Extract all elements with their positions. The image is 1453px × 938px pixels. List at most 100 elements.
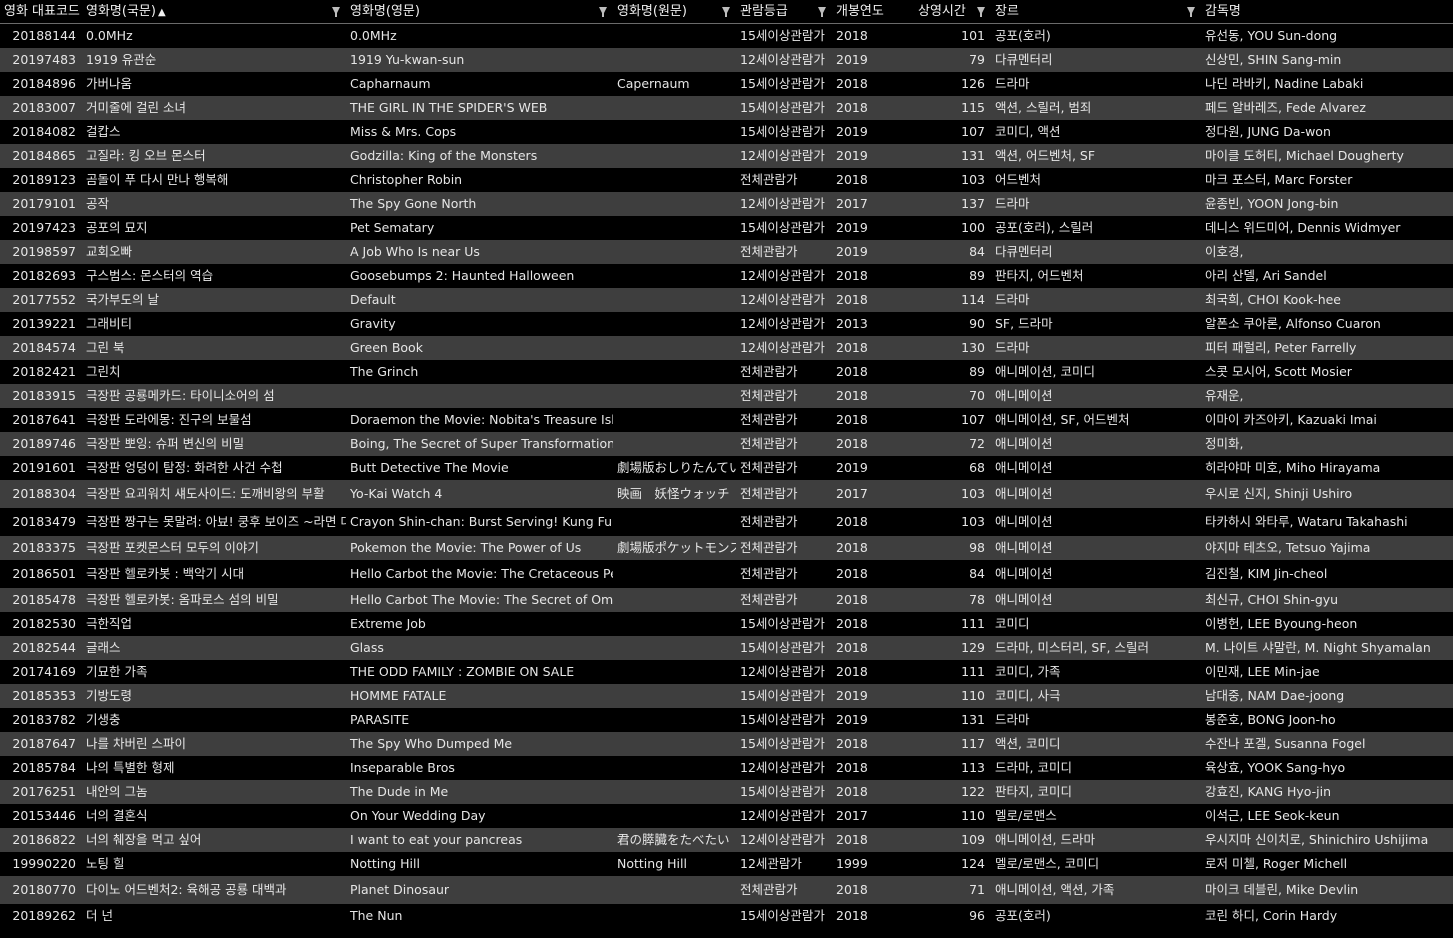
filter-icon[interactable] [722, 7, 730, 17]
table-row[interactable]: 20184082 걸캅스 Miss & Mrs. Cops 15세이상관람가 2019 1… [0, 120, 1453, 144]
cell-rating: 15세이상관람가 [740, 100, 825, 115]
cell-title-ko: 너의 췌장을 먹고 싶어 [86, 832, 202, 847]
table-row[interactable]: 20183915 극장판 공룡메카드: 타이니소어의 섬 전체관람가 2018 70 애니… [0, 384, 1453, 408]
cell-title-en: Miss & Mrs. Cops [350, 124, 457, 139]
cell-runtime: 89 [969, 364, 985, 379]
table-row[interactable]: 20184896 가버나움 Capharnaum Capernaum 15세이상관람가 2… [0, 72, 1453, 96]
cell-title-original [613, 144, 736, 168]
table-row[interactable]: 19990220 노팅 힐 Notting Hill Notting Hill 12세관… [0, 852, 1453, 876]
cell-runtime: 72 [969, 436, 985, 451]
cell-title-ko: 국가부도의 날 [86, 292, 159, 307]
table-row[interactable]: 20182693 구스범스: 몬스터의 역습 Goosebumps 2: Haunt… [0, 264, 1453, 288]
table-row[interactable]: 20186501 극장판 헬로카봇 : 백악기 시대 Hello Carbot th… [0, 560, 1453, 588]
cell-genre: 애니메이션 [995, 486, 1053, 501]
filter-icon[interactable] [977, 7, 985, 17]
column-header-title-ko[interactable]: 영화명(국문) ▲ [82, 0, 346, 23]
table-row[interactable]: 20180770 다이노 어드벤처2: 육해공 공룡 대백과 Planet Dino… [0, 876, 1453, 904]
column-header-title-en[interactable]: 영화명(영문) [346, 0, 613, 23]
cell-title-ko: 노팅 힐 [86, 856, 125, 871]
table-row[interactable]: 20186822 너의 췌장을 먹고 싶어 I want to eat your p… [0, 828, 1453, 852]
filter-icon[interactable] [332, 7, 340, 17]
cell-title-ko: 극장판 포켓몬스터 모두의 이야기 [86, 540, 259, 555]
cell-title-original [613, 336, 736, 360]
grid-body: 20188144 0.0MHz 0.0MHz 15세이상관람가 2018 101 공포(호러… [0, 24, 1453, 928]
cell-release-year: 2018 [836, 514, 868, 529]
cell-title-original: Capernaum [617, 76, 690, 91]
cell-title-en: The Spy Gone North [350, 196, 477, 211]
cell-genre: 애니메이션 [995, 540, 1053, 555]
column-header-rating[interactable]: 관람등급 [736, 0, 832, 23]
column-header-runtime[interactable]: 상영시간 [914, 0, 991, 23]
cell-genre: SF, 드라마 [995, 316, 1053, 331]
cell-genre: 드라마, 미스터리, SF, 스릴러 [995, 640, 1149, 655]
cell-genre: 애니메이션 [995, 592, 1053, 607]
cell-director: 최신규, CHOI Shin-gyu [1205, 592, 1339, 607]
filter-icon[interactable] [599, 7, 607, 17]
cell-runtime: 107 [961, 124, 985, 139]
cell-genre: 애니메이션, 액션, 가족 [995, 882, 1115, 897]
table-row[interactable]: 20188304 극장판 요괴워치 섀도사이드: 도깨비왕의 부활 Yo-Kai W… [0, 480, 1453, 508]
filter-icon[interactable] [1187, 7, 1195, 17]
cell-title-en: Doraemon the Movie: Nobita's Treasure Is… [350, 412, 613, 427]
table-row[interactable]: 20185784 나의 특별한 형제 Inseparable Bros 12세이상관람… [0, 756, 1453, 780]
cell-genre: 드라마 [995, 712, 1030, 727]
table-row[interactable]: 20184865 고질라: 킹 오브 몬스터 Godzilla: King of t… [0, 144, 1453, 168]
table-row[interactable]: 20184574 그린 북 Green Book 12세이상관람가 2018 130 드라마… [0, 336, 1453, 360]
table-row[interactable]: 20153446 너의 결혼식 On Your Wedding Day 12세이상관람… [0, 804, 1453, 828]
table-row[interactable]: 20197483 1919 유관순 1919 Yu-kwan-sun 12세이상관람가… [0, 48, 1453, 72]
table-row[interactable]: 20174169 기묘한 가족 THE ODD FAMILY : ZOMBIE ON… [0, 660, 1453, 684]
filter-icon[interactable] [818, 7, 826, 17]
cell-movie-code: 20183782 [12, 712, 76, 727]
table-row[interactable]: 20139221 그래비티 Gravity 12세이상관람가 2013 90 SF, 드라마… [0, 312, 1453, 336]
cell-movie-code: 20184865 [12, 148, 76, 163]
table-row[interactable]: 20197423 공포의 묘지 Pet Sematary 15세이상관람가 2019 10… [0, 216, 1453, 240]
table-row[interactable]: 20183782 기생충 PARASITE 15세이상관람가 2019 131 드라마 봉준호… [0, 708, 1453, 732]
column-header-genre[interactable]: 장르 [991, 0, 1201, 23]
cell-runtime: 124 [961, 856, 985, 871]
table-row[interactable]: 20191601 극장판 엉덩이 탐정: 화려한 사건 수첩 Butt Detect… [0, 456, 1453, 480]
table-row[interactable]: 20182421 그린치 The Grinch 전체관람가 2018 89 애니메이션, 코… [0, 360, 1453, 384]
cell-genre: 드라마 [995, 292, 1030, 307]
table-row[interactable]: 20187641 극장판 도라에몽: 진구의 보물섬 Doraemon the Mo… [0, 408, 1453, 432]
cell-title-en: Glass [350, 640, 384, 655]
table-row[interactable]: 20177552 국가부도의 날 Default 12세이상관람가 2018 114 드라마… [0, 288, 1453, 312]
cell-movie-code: 20187647 [12, 736, 76, 751]
grid-header: 영화 대표코드 영화명(국문) ▲ 영화명(영문) 영화명(원문) 관람등급 개봉연도 상영시… [0, 0, 1453, 24]
table-row[interactable]: 20185353 기방도령 HOMME FATALE 15세이상관람가 2019 110 코… [0, 684, 1453, 708]
cell-runtime: 78 [969, 592, 985, 607]
table-row[interactable]: 20187647 나를 차버린 스파이 The Spy Who Dumped Me 1… [0, 732, 1453, 756]
cell-movie-code: 20174169 [12, 664, 76, 679]
cell-release-year: 2018 [836, 100, 868, 115]
column-header-director[interactable]: 감독명 [1201, 0, 1453, 23]
cell-release-year: 2018 [836, 28, 868, 43]
column-header-title-original[interactable]: 영화명(원문) [613, 0, 736, 23]
table-row[interactable]: 20183375 극장판 포켓몬스터 모두의 이야기 Pokemon the Mov… [0, 536, 1453, 560]
cell-title-original [613, 904, 736, 928]
cell-title-original [613, 168, 736, 192]
cell-movie-code: 20182421 [12, 364, 76, 379]
cell-rating: 전체관람가 [740, 412, 798, 427]
table-row[interactable]: 20188144 0.0MHz 0.0MHz 15세이상관람가 2018 101 공포(호러… [0, 24, 1453, 48]
column-header-label: 영화명(원문) [617, 4, 687, 19]
table-row[interactable]: 20183007 거미줄에 걸린 소녀 THE GIRL IN THE SPIDER… [0, 96, 1453, 120]
cell-title-ko: 극장판 헬로카봇 : 백악기 시대 [86, 566, 245, 581]
column-header-movie-code[interactable]: 영화 대표코드 [0, 0, 82, 23]
cell-genre: 액션, 스릴러, 범죄 [995, 100, 1092, 115]
cell-title-original [613, 48, 736, 72]
table-row[interactable]: 20198597 교회오빠 A Job Who Is near Us 전체관람가 201… [0, 240, 1453, 264]
table-row[interactable]: 20176251 내안의 그놈 The Dude in Me 15세이상관람가 2018… [0, 780, 1453, 804]
column-header-release-year[interactable]: 개봉연도 [832, 0, 914, 23]
table-row[interactable]: 20183479 극장판 짱구는 못말려: 아뵤! 쿵후 보이즈 ~라면 대란~ C… [0, 508, 1453, 536]
cell-director: 우시로 신지, Shinji Ushiro [1205, 486, 1353, 501]
table-row[interactable]: 20189123 곰돌이 푸 다시 만나 행복해 Christopher Robin… [0, 168, 1453, 192]
cell-director: 피터 패럴리, Peter Farrelly [1205, 340, 1357, 355]
table-row[interactable]: 20189262 더 넌 The Nun 15세이상관람가 2018 96 공포(호러) 코린… [0, 904, 1453, 928]
table-row[interactable]: 20179101 공작 The Spy Gone North 12세이상관람가 2017… [0, 192, 1453, 216]
table-row[interactable]: 20189746 극장판 뽀잉: 슈퍼 변신의 비밀 Boing, The Secr… [0, 432, 1453, 456]
cell-title-original [613, 756, 736, 780]
sort-ascending-icon[interactable]: ▲ [158, 7, 166, 18]
cell-runtime: 71 [969, 882, 985, 897]
table-row[interactable]: 20182530 극한직업 Extreme Job 15세이상관람가 2018 111 코미… [0, 612, 1453, 636]
table-row[interactable]: 20185478 극장판 헬로카봇: 옴파로스 섬의 비밀 Hello Carbot… [0, 588, 1453, 612]
table-row[interactable]: 20182544 글래스 Glass 15세이상관람가 2018 129 드라마, 미스터리… [0, 636, 1453, 660]
